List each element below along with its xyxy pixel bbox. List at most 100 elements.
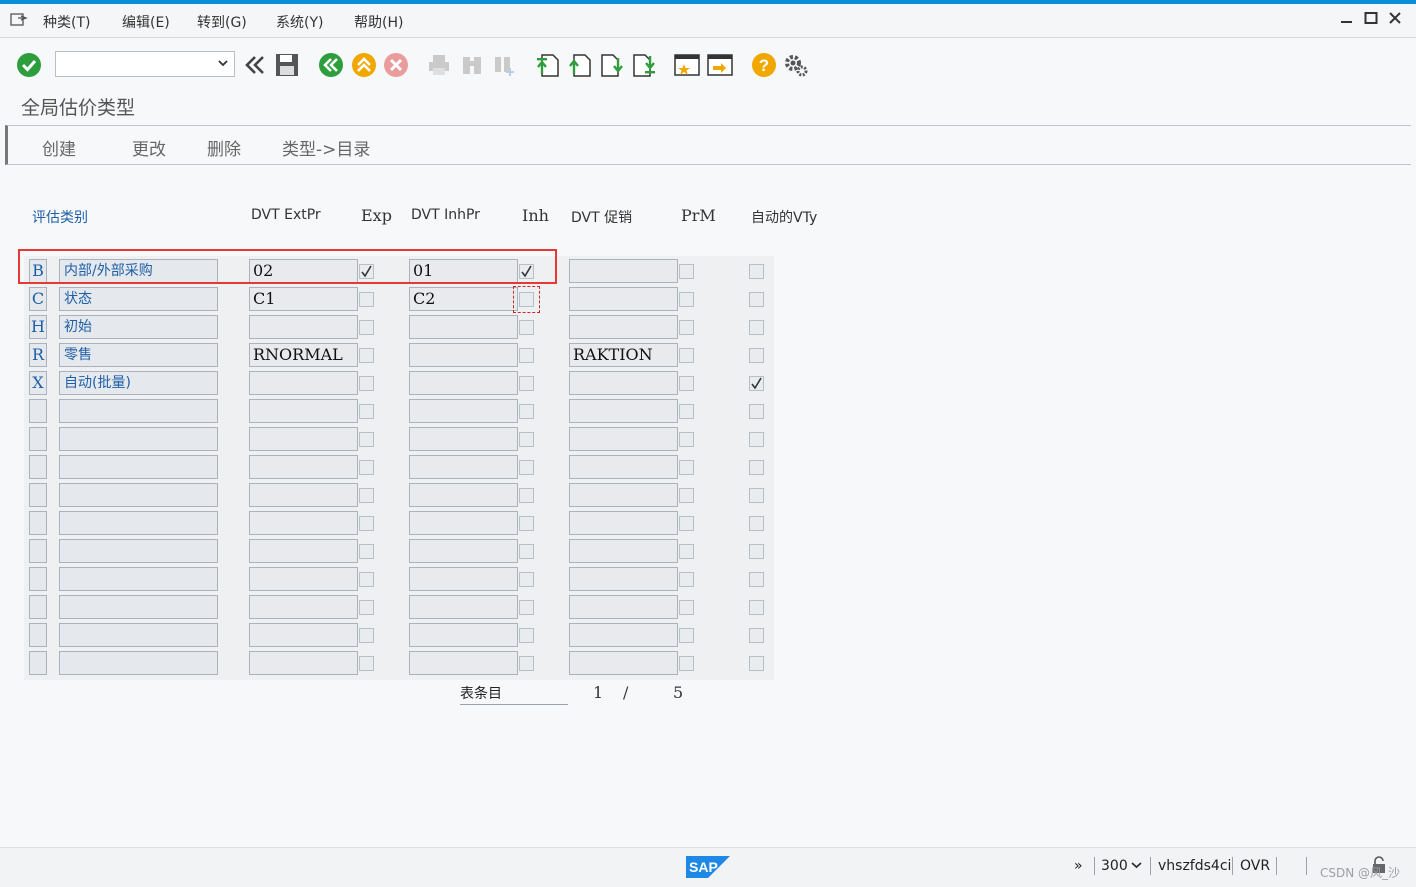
dvt-inhpr-field[interactable] xyxy=(409,399,518,423)
category-key-cell[interactable]: X xyxy=(29,371,47,395)
category-description-cell[interactable]: 自动(批量) xyxy=(59,371,218,395)
inh-checkbox[interactable] xyxy=(519,544,534,559)
inh-checkbox[interactable] xyxy=(519,348,534,363)
category-key-cell[interactable] xyxy=(29,623,47,647)
exp-checkbox[interactable] xyxy=(359,544,374,559)
create-session-icon[interactable] xyxy=(674,52,700,78)
category-key-cell[interactable] xyxy=(29,567,47,591)
dvt-promo-field[interactable] xyxy=(569,427,678,451)
print-icon[interactable] xyxy=(426,52,452,78)
dvt-inhpr-field[interactable] xyxy=(409,623,518,647)
category-key-cell[interactable]: H xyxy=(29,315,47,339)
delete-button[interactable]: 删除 xyxy=(207,135,241,160)
dvt-extpr-field[interactable] xyxy=(249,455,358,479)
help-icon[interactable]: ? xyxy=(751,52,777,78)
create-button[interactable]: 创建 xyxy=(42,135,76,160)
dvt-inhpr-field[interactable] xyxy=(409,651,518,675)
dvt-extpr-field[interactable] xyxy=(249,315,358,339)
category-description-cell[interactable] xyxy=(59,595,218,619)
category-key-cell[interactable] xyxy=(29,539,47,563)
dvt-extpr-field[interactable] xyxy=(249,567,358,591)
exp-checkbox[interactable] xyxy=(359,572,374,587)
category-description-cell[interactable] xyxy=(59,427,218,451)
category-key-cell[interactable] xyxy=(29,483,47,507)
command-input[interactable] xyxy=(56,52,206,76)
auto-vty-checkbox[interactable] xyxy=(749,320,764,335)
auto-vty-checkbox[interactable] xyxy=(749,544,764,559)
command-field[interactable] xyxy=(55,51,235,77)
dvt-promo-field[interactable] xyxy=(569,455,678,479)
prm-checkbox[interactable] xyxy=(679,348,694,363)
category-key-cell[interactable] xyxy=(29,651,47,675)
inh-checkbox[interactable] xyxy=(519,628,534,643)
inh-checkbox[interactable] xyxy=(519,600,534,615)
dvt-promo-field[interactable] xyxy=(569,539,678,563)
category-description-cell[interactable] xyxy=(59,539,218,563)
category-description-cell[interactable]: 初始 xyxy=(59,315,218,339)
type-catalog-button[interactable]: 类型->目录 xyxy=(282,135,370,160)
dvt-promo-field[interactable] xyxy=(569,371,678,395)
auto-vty-checkbox[interactable] xyxy=(749,264,764,279)
auto-vty-checkbox[interactable] xyxy=(749,656,764,671)
dvt-promo-field[interactable] xyxy=(569,287,678,311)
menu-item-help[interactable]: 帮助(H) xyxy=(354,12,403,32)
auto-vty-checkbox[interactable] xyxy=(749,404,764,419)
prm-checkbox[interactable] xyxy=(679,600,694,615)
category-description-cell[interactable] xyxy=(59,567,218,591)
dvt-promo-field[interactable] xyxy=(569,595,678,619)
exp-checkbox[interactable] xyxy=(359,488,374,503)
dvt-extpr-field[interactable] xyxy=(249,511,358,535)
category-description-cell[interactable]: 状态 xyxy=(59,287,218,311)
prm-checkbox[interactable] xyxy=(679,488,694,503)
category-description-cell[interactable]: 零售 xyxy=(59,343,218,367)
prm-checkbox[interactable] xyxy=(679,264,694,279)
category-description-cell[interactable] xyxy=(59,511,218,535)
first-page-icon[interactable] xyxy=(535,52,561,78)
enter-icon[interactable] xyxy=(16,52,42,78)
previous-page-icon[interactable] xyxy=(567,52,593,78)
dvt-promo-field[interactable] xyxy=(569,651,678,675)
auto-vty-checkbox[interactable] xyxy=(749,292,764,307)
cancel-icon[interactable] xyxy=(383,52,409,78)
dvt-promo-field[interactable]: RAKTION xyxy=(569,343,678,367)
dvt-inhpr-field[interactable] xyxy=(409,511,518,535)
dvt-promo-field[interactable] xyxy=(569,567,678,591)
inh-checkbox[interactable] xyxy=(519,404,534,419)
dvt-extpr-field[interactable]: RNORMAL xyxy=(249,343,358,367)
auto-vty-checkbox[interactable] xyxy=(749,572,764,587)
exp-checkbox[interactable] xyxy=(359,404,374,419)
dvt-promo-field[interactable] xyxy=(569,483,678,507)
inh-checkbox[interactable] xyxy=(519,376,534,391)
dvt-extpr-field[interactable] xyxy=(249,623,358,647)
category-key-cell[interactable] xyxy=(29,595,47,619)
exp-checkbox[interactable] xyxy=(359,320,374,335)
last-page-icon[interactable] xyxy=(631,52,657,78)
dvt-extpr-field[interactable] xyxy=(249,371,358,395)
menu-item-category[interactable]: 种类(T) xyxy=(43,12,90,32)
dvt-extpr-field[interactable] xyxy=(249,651,358,675)
find-icon[interactable] xyxy=(459,52,485,78)
status-mode[interactable]: OVR xyxy=(1240,858,1270,874)
dvt-inhpr-field[interactable] xyxy=(409,483,518,507)
exp-checkbox[interactable] xyxy=(359,516,374,531)
maximize-icon[interactable] xyxy=(1364,11,1378,29)
dvt-inhpr-field[interactable]: C2 xyxy=(409,287,518,311)
prm-checkbox[interactable] xyxy=(679,628,694,643)
menu-item-edit[interactable]: 编辑(E) xyxy=(122,12,170,32)
dvt-inhpr-field[interactable] xyxy=(409,567,518,591)
back-icon[interactable] xyxy=(318,52,344,78)
inh-checkbox[interactable] xyxy=(519,516,534,531)
category-description-cell[interactable] xyxy=(59,623,218,647)
inh-checkbox[interactable] xyxy=(519,432,534,447)
auto-vty-checkbox[interactable] xyxy=(749,600,764,615)
inh-checkbox[interactable] xyxy=(519,320,534,335)
category-key-cell[interactable] xyxy=(29,399,47,423)
menu-item-system[interactable]: 系统(Y) xyxy=(276,12,323,32)
status-expand-button[interactable]: » xyxy=(1074,858,1083,874)
category-description-cell[interactable] xyxy=(59,399,218,423)
exit-icon[interactable] xyxy=(351,52,377,78)
dvt-inhpr-field[interactable] xyxy=(409,343,518,367)
category-description-cell[interactable] xyxy=(59,455,218,479)
auto-vty-checkbox[interactable] xyxy=(749,348,764,363)
dvt-inhpr-field[interactable] xyxy=(409,539,518,563)
